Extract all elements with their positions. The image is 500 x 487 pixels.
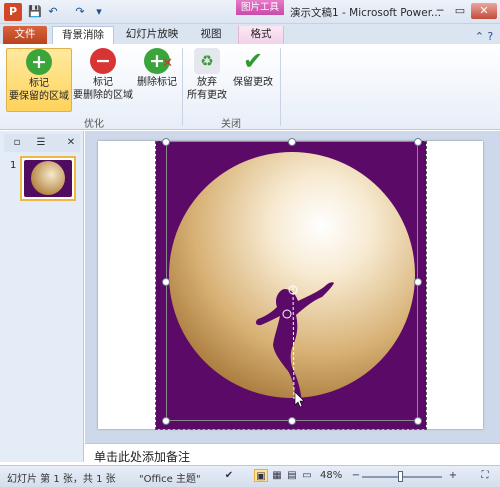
zoom-in-button[interactable]: + <box>446 469 460 482</box>
resize-handle[interactable] <box>162 278 170 286</box>
discard-btn-line2: 所有更改 <box>187 90 227 101</box>
removal-marquee[interactable] <box>166 141 418 421</box>
plus-pencil-icon: + <box>26 49 52 75</box>
slideshow-view-icon[interactable]: ▭ <box>300 469 314 482</box>
slides-tab-icon[interactable]: ▫ <box>6 134 28 152</box>
group-label-optimize: 优化 <box>84 119 104 130</box>
group-label-close: 关闭 <box>221 119 241 130</box>
picture-tools-context-label: 图片工具 <box>236 0 284 15</box>
fit-to-window-icon[interactable]: ⛶ <box>478 469 492 482</box>
resize-handle[interactable] <box>288 138 296 146</box>
close-window-button[interactable]: ✕ <box>471 3 497 19</box>
reading-view-icon[interactable]: ▤ <box>285 469 299 482</box>
slide-number: 1 <box>10 160 17 171</box>
recycle-bin-icon: ♻ <box>194 48 220 74</box>
powerpoint-app-icon[interactable]: P <box>4 3 22 21</box>
normal-view-icon[interactable]: ▣ <box>254 469 268 482</box>
close-panel-icon[interactable]: ✕ <box>60 134 82 152</box>
resize-handle[interactable] <box>162 138 170 146</box>
notes-placeholder[interactable]: 单击此处添加备注 <box>94 448 190 465</box>
tab-file[interactable]: 文件 <box>3 26 47 44</box>
zoom-out-button[interactable]: − <box>349 469 363 482</box>
discard-btn-line1: 放弃 <box>197 77 217 88</box>
redo-icon[interactable]: ↷ <box>72 4 88 20</box>
mark-areas-to-remove-button[interactable]: − 标记 要删除的区域 <box>70 48 136 102</box>
mark-areas-to-keep-button[interactable]: + 标记 要保留的区域 <box>6 48 72 112</box>
tab-format[interactable]: 格式 <box>238 26 284 44</box>
tab-background-removal[interactable]: 背景消除 <box>52 26 114 44</box>
tab-slideshow[interactable]: 幻灯片放映 <box>118 26 186 44</box>
tab-view[interactable]: 视图 <box>190 26 232 44</box>
slide-count-status: 幻灯片 第 1 张，共 1 张 <box>7 474 116 485</box>
keep-btn-line2: 要保留的区域 <box>9 91 69 102</box>
customize-quick-access-icon[interactable]: ▾ <box>91 4 107 20</box>
zoom-level[interactable]: 48% <box>320 470 342 481</box>
maximize-button[interactable]: ▭ <box>451 3 469 19</box>
thumbnail-moon <box>31 161 65 195</box>
group-separator <box>280 48 281 126</box>
panel-tabs: ▫ ☰ ✕ <box>4 134 80 152</box>
resize-handle[interactable] <box>162 417 170 425</box>
remove-btn-line2: 要删除的区域 <box>73 90 133 101</box>
discard-all-changes-button[interactable]: ♻ 放弃 所有更改 <box>184 48 230 102</box>
delete-mark-label: 删除标记 <box>137 77 177 88</box>
delete-mark-button[interactable]: + ✕ 删除标记 <box>135 48 179 89</box>
ribbon-tab-row: 文件 背景消除 幻灯片放映 视图 格式 ⌃ ? <box>0 24 500 44</box>
thumbnail-image <box>24 160 72 197</box>
resize-handle[interactable] <box>288 417 296 425</box>
ribbon: + 标记 要保留的区域 − 标记 要删除的区域 + ✕ 删除标记 ♻ 放弃 所有更… <box>0 44 500 130</box>
minimize-button[interactable]: ─ <box>431 3 449 19</box>
resize-handle[interactable] <box>414 417 422 425</box>
spellcheck-icon[interactable]: ✔ <box>222 469 236 482</box>
save-icon[interactable]: 💾 <box>27 4 43 20</box>
group-separator <box>182 48 183 126</box>
slide-thumbnail[interactable] <box>20 156 76 201</box>
undo-icon[interactable]: ↶ <box>45 4 61 20</box>
theme-status[interactable]: "Office 主题" <box>139 470 201 485</box>
zoom-slider-thumb[interactable] <box>398 471 403 482</box>
outline-tab-icon[interactable]: ☰ <box>30 134 52 152</box>
delete-mark-icon: + ✕ <box>144 48 173 74</box>
slide-sorter-icon[interactable]: ▦ <box>270 469 284 482</box>
resize-handle[interactable] <box>414 138 422 146</box>
keep-changes-label: 保留更改 <box>233 77 273 88</box>
checkmark-icon: ✔ <box>242 47 264 75</box>
resize-handle[interactable] <box>414 278 422 286</box>
window-title: 演示文稿1 - Microsoft Power... <box>290 7 442 19</box>
keep-changes-button[interactable]: ✔ 保留更改 <box>230 48 276 89</box>
keep-btn-line1: 标记 <box>29 78 49 89</box>
minus-pencil-icon: − <box>90 48 116 74</box>
remove-btn-line1: 标记 <box>93 77 113 88</box>
